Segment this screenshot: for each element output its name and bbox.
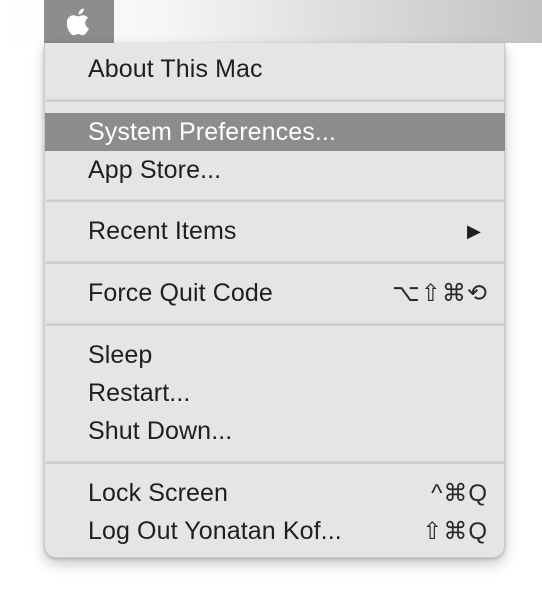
menu-item-recent-items[interactable]: Recent Items ▶ — [45, 212, 505, 250]
menu-separator — [46, 199, 504, 202]
menu-item-app-store[interactable]: App Store... — [45, 151, 505, 189]
menu-item-label: Force Quit Code — [88, 278, 273, 307]
apple-menu-button[interactable] — [44, 0, 114, 43]
menu-item-system-preferences[interactable]: System Preferences... — [45, 113, 505, 151]
menu-separator — [46, 461, 504, 464]
menu-item-label: Recent Items — [88, 216, 237, 245]
menu-item-sleep[interactable]: Sleep — [45, 336, 505, 374]
menu-item-label: Restart... — [88, 378, 191, 407]
keyboard-shortcut: ⌥⇧⌘⟲ — [392, 279, 488, 307]
menu-item-lock-screen[interactable]: Lock Screen ^⌘Q — [45, 474, 505, 512]
menu-item-log-out[interactable]: Log Out Yonatan Kof... ⇧⌘Q — [45, 512, 505, 550]
keyboard-shortcut: ^⌘Q — [431, 479, 488, 507]
menu-item-restart[interactable]: Restart... — [45, 374, 505, 412]
menu-item-label: Log Out Yonatan Kof... — [88, 516, 342, 545]
submenu-arrow-icon: ▶ — [467, 220, 481, 241]
menu-separator — [46, 323, 504, 326]
menu-item-label: Lock Screen — [88, 478, 229, 507]
apple-menu-dropdown: About This Mac System Preferences... App… — [44, 43, 505, 558]
menu-separator — [46, 261, 504, 264]
menu-item-label: About This Mac — [88, 54, 263, 83]
menu-bar — [0, 0, 542, 43]
menu-item-about-this-mac[interactable]: About This Mac — [45, 50, 505, 88]
menu-separator — [46, 99, 504, 102]
menu-item-label: App Store... — [88, 155, 222, 184]
menu-item-label: System Preferences... — [88, 117, 337, 146]
apple-logo-icon — [67, 7, 91, 36]
menu-item-label: Sleep — [88, 340, 153, 369]
menu-item-force-quit[interactable]: Force Quit Code ⌥⇧⌘⟲ — [45, 274, 505, 312]
menu-item-label: Shut Down... — [88, 416, 233, 445]
keyboard-shortcut: ⇧⌘Q — [422, 517, 488, 545]
menu-item-shut-down[interactable]: Shut Down... — [45, 412, 505, 450]
